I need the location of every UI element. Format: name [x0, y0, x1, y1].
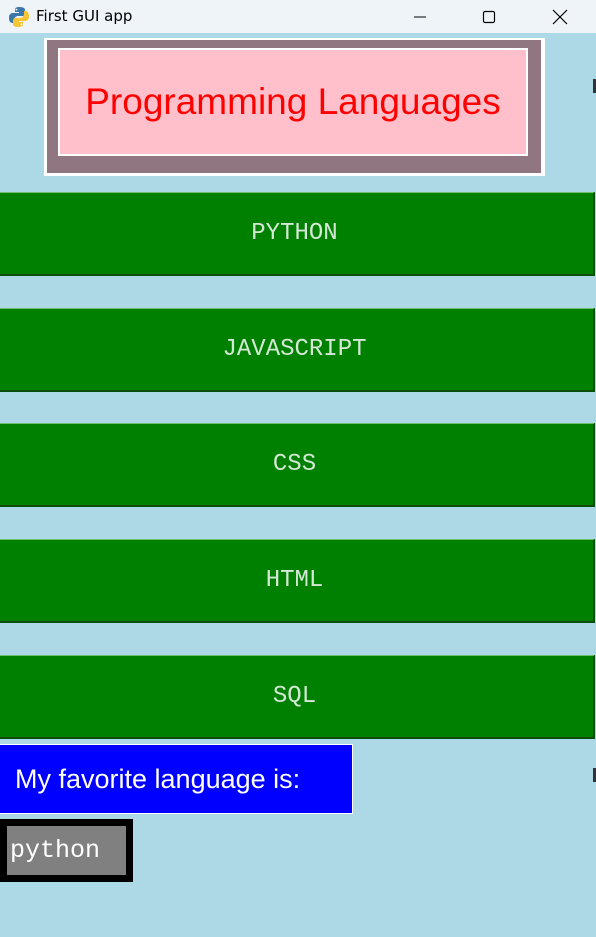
python-button[interactable]: PYTHON [0, 192, 595, 276]
css-button[interactable]: CSS [0, 423, 595, 507]
favorite-language-label: My favorite language is: [0, 744, 353, 814]
minimize-button[interactable] [397, 0, 443, 33]
favorite-language-entry-border [0, 819, 133, 882]
maximize-button[interactable] [466, 0, 512, 33]
favorite-language-input[interactable] [7, 826, 126, 875]
sql-button[interactable]: SQL [0, 655, 595, 739]
javascript-button[interactable]: JAVASCRIPT [0, 308, 595, 392]
maximize-icon [482, 10, 496, 23]
header-label: Programming Languages [58, 48, 528, 156]
minimize-icon [414, 16, 426, 17]
close-button[interactable] [537, 0, 583, 33]
window-client-area: Programming Languages PYTHON JAVASCRIPT … [0, 33, 596, 937]
html-button[interactable]: HTML [0, 539, 595, 623]
close-icon [552, 9, 568, 24]
window-title: First GUI app [36, 7, 133, 25]
window-title-bar[interactable]: First GUI app [0, 0, 596, 33]
python-icon [9, 7, 29, 27]
header-title: Programming Languages [85, 81, 501, 122]
